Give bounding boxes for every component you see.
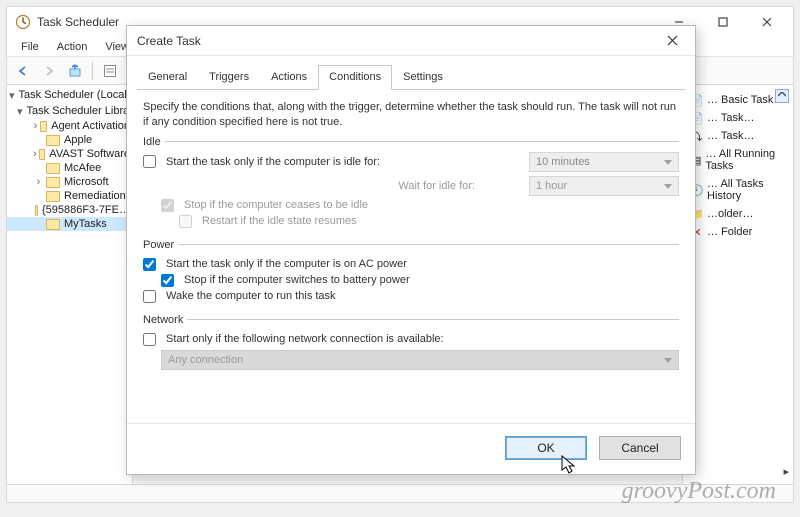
conditions-description: Specify the conditions that, along with … — [143, 100, 679, 130]
wake-label: Wake the computer to run this task — [166, 290, 336, 302]
ac-only-label: Start the task only if the computer is o… — [166, 258, 407, 270]
ok-button[interactable]: OK — [505, 436, 587, 460]
ac-only-row[interactable]: Start the task only if the computer is o… — [143, 258, 679, 271]
restart-if-resumes-checkbox[interactable] — [179, 215, 192, 228]
create-task-dialog: Create Task General Triggers Actions Con… — [126, 25, 696, 475]
network-connection-value: Any connection — [168, 354, 243, 366]
stop-on-battery-label: Stop if the computer switches to battery… — [184, 274, 410, 286]
wake-row[interactable]: Wake the computer to run this task — [143, 290, 679, 303]
dialog-close-button[interactable] — [653, 28, 691, 54]
restart-if-resumes-label: Restart if the idle state resumes — [202, 215, 357, 227]
wait-duration-combo[interactable]: 1 hour — [529, 176, 679, 196]
wake-checkbox[interactable] — [143, 290, 156, 303]
start-if-idle-label: Start the task only if the computer is i… — [166, 156, 380, 168]
cancel-button[interactable]: Cancel — [599, 436, 681, 460]
tab-conditions[interactable]: Conditions — [318, 65, 392, 90]
idle-duration-combo[interactable]: 10 minutes — [529, 152, 679, 172]
tab-actions[interactable]: Actions — [260, 65, 318, 90]
ac-only-checkbox[interactable] — [143, 258, 156, 271]
wait-duration-value: 1 hour — [536, 180, 567, 192]
idle-duration-value: 10 minutes — [536, 156, 590, 168]
power-legend: Power — [143, 239, 178, 251]
dialog-titlebar: Create Task — [127, 26, 695, 56]
restart-if-resumes-row[interactable]: Restart if the idle state resumes — [179, 215, 679, 228]
network-legend: Network — [143, 314, 187, 326]
tab-triggers[interactable]: Triggers — [198, 65, 260, 90]
stop-on-battery-row[interactable]: Stop if the computer switches to battery… — [161, 274, 679, 287]
stop-on-battery-checkbox[interactable] — [161, 274, 174, 287]
tab-settings[interactable]: Settings — [392, 65, 454, 90]
tabstrip: General Triggers Actions Conditions Sett… — [127, 56, 695, 89]
tab-general[interactable]: General — [137, 65, 198, 90]
net-only-row[interactable]: Start only if the following network conn… — [143, 333, 679, 346]
conditions-tab-content: Specify the conditions that, along with … — [127, 90, 695, 423]
net-only-label: Start only if the following network conn… — [166, 333, 444, 345]
stop-if-ceases-label: Stop if the computer ceases to be idle — [184, 199, 368, 211]
dialog-button-row: OK Cancel — [127, 423, 695, 474]
stop-if-ceases-row[interactable]: Stop if the computer ceases to be idle — [161, 199, 679, 212]
start-if-idle-checkbox[interactable] — [143, 155, 156, 168]
idle-group: Idle Start the task only if the computer… — [143, 136, 679, 239]
power-group: Power Start the task only if the compute… — [143, 239, 679, 314]
network-group: Network Start only if the following netw… — [143, 314, 679, 381]
wait-for-idle-label: Wait for idle for: — [161, 180, 505, 192]
idle-legend: Idle — [143, 136, 165, 148]
net-only-checkbox[interactable] — [143, 333, 156, 346]
network-connection-combo[interactable]: Any connection — [161, 350, 679, 370]
stop-if-ceases-checkbox[interactable] — [161, 199, 174, 212]
dialog-title: Create Task — [137, 34, 653, 48]
idle-start-row[interactable]: Start the task only if the computer is i… — [143, 155, 505, 168]
dialog-backdrop: Create Task General Triggers Actions Con… — [0, 0, 800, 517]
